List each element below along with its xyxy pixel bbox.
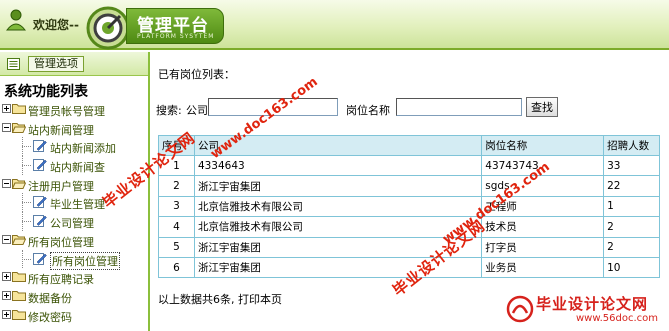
tree-item-label: 所有岗位管理 bbox=[28, 235, 94, 249]
tree-item-applications[interactable]: 所有应聘记录 bbox=[0, 268, 148, 287]
company-cell: 4334643 bbox=[193, 154, 483, 177]
tree-item-label: 站内新闻管理 bbox=[28, 123, 94, 137]
tree-item-label: 公司管理 bbox=[50, 217, 94, 231]
tree-item-label: 修改密码 bbox=[28, 310, 72, 324]
tree-item-label: 注册用户管理 bbox=[28, 179, 94, 193]
table-row[interactable]: 5 浙江宇宙集团 打字员 2 bbox=[158, 236, 660, 258]
manage-options-button[interactable]: 管理选项 bbox=[28, 56, 84, 72]
headcount-cell: 33 bbox=[603, 154, 660, 177]
logo-subtitle: PLATFORM SYSYTEM bbox=[137, 33, 215, 40]
document-edit-icon bbox=[33, 196, 47, 209]
folder-open-icon bbox=[12, 178, 26, 189]
tree-item-news-add[interactable]: 站内新闻添加 bbox=[0, 137, 148, 157]
table-row[interactable]: 3 北京信雅技术有限公司 工程师 1 bbox=[158, 195, 660, 218]
welcome-text: 欢迎您-- bbox=[33, 18, 79, 32]
headcount-cell: 10 bbox=[603, 256, 660, 279]
position-name-input[interactable] bbox=[396, 98, 522, 116]
tree-item-all-positions-manage[interactable]: 所有岗位管理 bbox=[0, 249, 148, 270]
record-count-print[interactable]: 以上数据共6条, 打印本页 bbox=[158, 291, 282, 307]
row-index: 5 bbox=[158, 236, 195, 258]
folder-open-icon bbox=[12, 122, 26, 133]
tree-item-label: 所有应聘记录 bbox=[28, 273, 94, 287]
document-edit-icon bbox=[33, 252, 47, 265]
company-cell: 北京信雅技术有限公司 bbox=[193, 195, 483, 218]
folder-icon bbox=[12, 290, 26, 301]
tree-item-label: 站内新闻添加 bbox=[50, 142, 116, 156]
collapse-minus-icon[interactable] bbox=[2, 178, 11, 188]
company-label: 公司 bbox=[186, 104, 208, 117]
search-button[interactable]: 查找 bbox=[526, 97, 558, 117]
brand-url: www.56doc.com bbox=[576, 313, 659, 324]
row-index: 6 bbox=[158, 256, 195, 279]
tree-item-news-query[interactable]: 站内新闻查 bbox=[0, 156, 148, 175]
tree-item-all-positions[interactable]: 所有岗位管理 bbox=[0, 231, 148, 250]
headcount-cell: 1 bbox=[603, 195, 660, 218]
table-row[interactable]: 2 浙江宇宙集团 sgds 22 bbox=[158, 175, 660, 197]
brand-watermark: 毕业设计论文网 www.56doc.com bbox=[492, 291, 669, 331]
position-cell: 打字员 bbox=[481, 236, 605, 258]
tree-item-label: 毕业生管理 bbox=[50, 198, 105, 212]
expand-plus-icon[interactable] bbox=[2, 309, 11, 319]
expand-plus-icon[interactable] bbox=[2, 104, 11, 113]
search-label: 搜索: bbox=[156, 104, 182, 117]
position-cell: 业务员 bbox=[481, 256, 605, 279]
row-index: 3 bbox=[158, 195, 195, 218]
position-name-label: 岗位名称 bbox=[346, 104, 390, 117]
position-cell: 技术员 bbox=[481, 216, 605, 238]
folder-icon bbox=[12, 309, 26, 320]
row-index: 4 bbox=[158, 216, 195, 238]
tree-item-news[interactable]: 站内新闻管理 bbox=[0, 119, 148, 138]
list-icon bbox=[7, 58, 20, 70]
function-tree: 管理员帐号管理 站内新闻管理 站内新闻添加 站内新闻查 注册用户管理 毕业生管理 bbox=[0, 100, 148, 324]
column-header: 岗位名称 bbox=[481, 135, 605, 156]
tree-item-companies[interactable]: 公司管理 bbox=[0, 212, 148, 231]
expand-plus-icon[interactable] bbox=[2, 290, 11, 300]
search-form: 搜索: 公司 岗位名称 查找 bbox=[156, 97, 596, 118]
table-row[interactable]: 1 4334643 43743743 33 bbox=[158, 154, 660, 177]
folder-icon bbox=[12, 272, 26, 283]
headcount-cell: 2 bbox=[603, 216, 660, 238]
page-title: 已有岗位列表： bbox=[158, 68, 235, 81]
tree-item-change-password[interactable]: 修改密码 bbox=[0, 306, 148, 325]
folder-open-icon bbox=[12, 234, 26, 245]
tree-item-label: 所有岗位管理 bbox=[50, 251, 120, 270]
document-edit-icon bbox=[33, 215, 47, 228]
tree-item-label: 站内新闻查 bbox=[50, 161, 105, 175]
company-cell: 浙江宇宙集团 bbox=[193, 175, 483, 197]
collapse-minus-icon[interactable] bbox=[2, 122, 11, 132]
row-index: 2 bbox=[158, 175, 195, 197]
tree-item-data-backup[interactable]: 数据备份 bbox=[0, 287, 148, 306]
column-header: 招聘人数 bbox=[603, 135, 660, 156]
brand-title: 毕业设计论文网 bbox=[536, 295, 649, 313]
collapse-minus-icon[interactable] bbox=[2, 234, 11, 244]
app-header: 欢迎您-- 管理平台 PLATFORM SYSYTEM bbox=[0, 0, 669, 50]
gear-logo-icon bbox=[86, 6, 130, 50]
tree-item-label: 数据备份 bbox=[28, 291, 72, 305]
tree-item-admin-accounts[interactable]: 管理员帐号管理 bbox=[0, 100, 148, 119]
document-edit-icon bbox=[33, 140, 47, 153]
sidebar-title: 系统功能列表 bbox=[4, 84, 88, 100]
tree-item-label: 管理员帐号管理 bbox=[28, 105, 105, 118]
headcount-cell: 2 bbox=[603, 236, 660, 258]
document-edit-icon bbox=[33, 159, 47, 172]
company-cell: 北京信雅技术有限公司 bbox=[193, 216, 483, 238]
table-row[interactable]: 4 北京信雅技术有限公司 技术员 2 bbox=[158, 216, 660, 238]
sidebar-header: 管理选项 bbox=[0, 52, 148, 76]
positions-table: 序号 公司 岗位名称 招聘人数 1 4334643 43743743 33 2 … bbox=[158, 135, 660, 279]
folder-icon bbox=[12, 104, 26, 114]
headcount-cell: 22 bbox=[603, 175, 660, 197]
logo-plate: 管理平台 PLATFORM SYSYTEM bbox=[126, 8, 224, 44]
brand-logo-icon bbox=[506, 295, 534, 323]
user-icon bbox=[6, 9, 26, 31]
expand-plus-icon[interactable] bbox=[2, 272, 11, 282]
